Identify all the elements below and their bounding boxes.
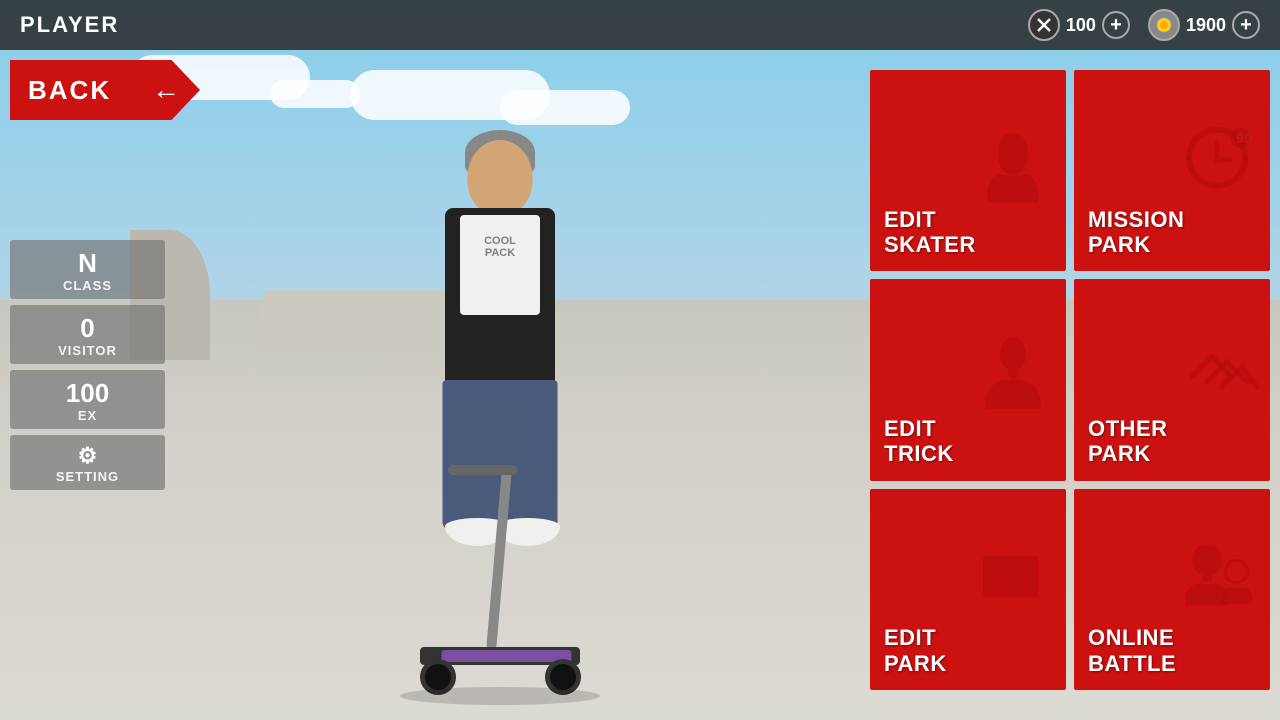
scooter-color-deck [442,650,572,662]
online-battle-label: ONLINEBATTLE [1088,625,1176,676]
edit-park-label: EDITPARK [884,625,947,676]
online-battle-icon [1172,536,1262,643]
xp-plus-button[interactable]: + [1102,11,1130,39]
edit-skater-icon [968,117,1058,224]
gear-icon: ⚙ [18,445,157,467]
character: COOLPACK [360,140,640,700]
topbar-right: 100 + 1900 + [1028,9,1260,41]
player-area: COOLPACK [200,60,800,720]
edit-park-button[interactable]: EDITPARK [870,489,1066,690]
setting-stat[interactable]: ⚙ SETTING [10,435,165,490]
visitor-stat: 0 VISITOR [10,305,165,364]
coin-amount: 1900 [1186,15,1226,36]
topbar: PLAYER 100 + 1900 + [0,0,1280,50]
mission-park-icon: 99 [1172,117,1262,224]
setting-label: SETTING [18,469,157,484]
right-menu: EDITSKATER 99 MISSIONPARK EDITTRICK [870,70,1270,690]
coin-plus-button[interactable]: + [1232,11,1260,39]
back-button[interactable]: BACK ← [10,60,200,120]
back-arrow-icon: ← [152,74,182,106]
visitor-value: 0 [18,315,157,341]
ex-value: 100 [18,380,157,406]
character-shadow [400,687,600,705]
other-park-icon [1172,327,1262,434]
mission-park-button[interactable]: 99 MISSIONPARK [1074,70,1270,271]
edit-skater-label: EDITSKATER [884,207,976,258]
ex-label: EX [18,408,157,423]
coin-group: 1900 + [1148,9,1260,41]
edit-skater-button[interactable]: EDITSKATER [870,70,1066,271]
char-head [468,140,533,215]
xp-amount: 100 [1066,15,1096,36]
xp-group: 100 + [1028,9,1130,41]
class-stat: N CLASS [10,240,165,299]
scooter-handlebar [448,465,518,475]
class-label: CLASS [18,278,157,293]
online-battle-button[interactable]: ONLINEBATTLE [1074,489,1270,690]
back-label: BACK [28,75,111,106]
coin-icon [1148,9,1180,41]
char-shirt: COOLPACK [460,215,540,315]
edit-park-icon [968,536,1058,643]
ex-stat: 100 EX [10,370,165,429]
edit-trick-button[interactable]: EDITTRICK [870,279,1066,480]
page-title: PLAYER [20,12,119,38]
other-park-label: OTHERPARK [1088,416,1168,467]
edit-trick-icon [968,327,1058,434]
visitor-label: VISITOR [18,343,157,358]
class-value: N [18,250,157,276]
edit-trick-label: EDITTRICK [884,416,954,467]
other-park-button[interactable]: OTHERPARK [1074,279,1270,480]
left-panel: N CLASS 0 VISITOR 100 EX ⚙ SETTING [10,240,165,490]
svg-text:99: 99 [1236,129,1253,145]
xp-icon [1028,9,1060,41]
mission-park-label: MISSIONPARK [1088,207,1184,258]
